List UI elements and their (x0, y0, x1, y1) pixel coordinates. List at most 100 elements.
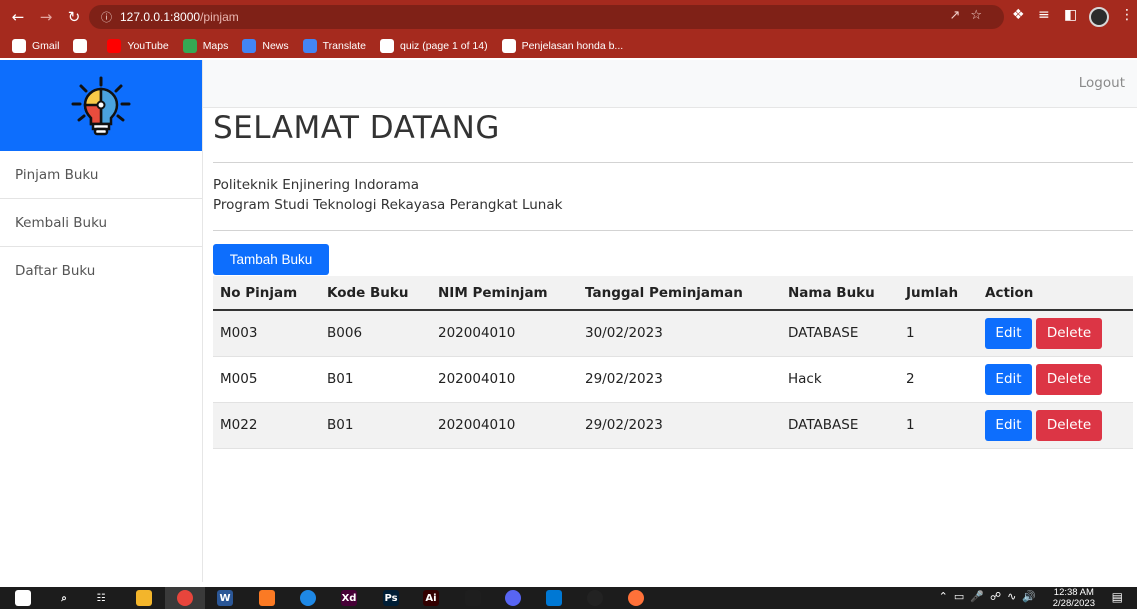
bookmark-label: quiz (page 1 of 14) (400, 40, 488, 52)
lightbulb-puzzle-icon (71, 76, 131, 135)
table-cell: 29/02/2023 (585, 417, 663, 433)
table-cell: Hack (788, 371, 822, 387)
bookmark-label: Gmail (32, 40, 60, 52)
bookmarks-bar: Gmail YouTube Maps News Translate quiz (page … (0, 34, 1137, 58)
bookmark-item[interactable]: Gmail (12, 39, 59, 53)
back-icon[interactable]: ← (8, 7, 28, 27)
table-cell: B006 (327, 325, 363, 342)
table-row: M003 B006 202004010 30/02/2023 DATABASE 1 Edit… (213, 310, 1133, 356)
xampp-icon[interactable] (259, 590, 275, 606)
column-header: Nama Buku (788, 284, 875, 301)
table-cell: 1 (906, 417, 915, 433)
table-cell: 202004010 (438, 371, 516, 387)
photoshop-icon[interactable]: Ps (383, 590, 399, 606)
page-title: SELAMAT DATANG (213, 110, 500, 146)
delete-button[interactable]: Delete (1036, 317, 1102, 349)
globe-icon (73, 39, 88, 53)
table-header-row: No Pinjam Kode Buku NIM Peminjam Tanggal… (213, 276, 1133, 310)
edit-button[interactable]: Edit (985, 409, 1032, 441)
table-cell: M022 (220, 417, 258, 433)
bookmark-item[interactable]: YouTube (107, 39, 169, 53)
app-icon[interactable] (300, 590, 316, 606)
google-icon (501, 39, 516, 53)
figma-icon[interactable] (465, 590, 481, 606)
edit-button[interactable]: Edit (985, 317, 1032, 349)
loan-table: No Pinjam Kode Buku NIM Peminjam Tanggal… (213, 276, 1133, 449)
divider (213, 230, 1133, 231)
table-cell: B01 (327, 371, 354, 387)
obs-icon[interactable] (587, 590, 603, 606)
firefox-icon[interactable] (628, 590, 644, 606)
sidebar: Pinjam Buku Kembali Buku Daftar Buku (0, 60, 203, 582)
sidebar-item-kembali-buku[interactable]: Kembali Buku (0, 199, 202, 247)
bookmark-item[interactable]: Maps (182, 39, 228, 53)
maps-icon (182, 39, 197, 53)
column-header: Action (985, 284, 1034, 301)
table-row: M022 B01 202004010 29/02/2023 DATABASE 1 Edit D… (213, 402, 1133, 448)
sidebar-item-label: Daftar Buku (15, 263, 96, 279)
chrome-icon[interactable] (177, 590, 193, 606)
brand-logo[interactable] (0, 60, 202, 151)
site-info-icon[interactable]: ⓘ (101, 9, 112, 25)
system-tray-icons[interactable]: ⌃▭🎤☍∿🔊 (939, 590, 1042, 603)
top-navbar: Logout (203, 60, 1137, 108)
notifications-icon[interactable]: ▤ (1112, 590, 1123, 604)
sidebar-item-pinjam-buku[interactable]: Pinjam Buku (0, 151, 202, 199)
delete-button[interactable]: Delete (1036, 363, 1102, 395)
illustrator-icon[interactable]: Ai (423, 590, 439, 606)
windows-start-icon[interactable]: ⊞ (15, 590, 31, 606)
share-star-icons[interactable]: ↗☆ (949, 8, 992, 23)
column-header: Tanggal Peminjaman (585, 284, 743, 301)
extensions-icon[interactable]: ❖ (1012, 7, 1025, 23)
vscode-icon[interactable] (546, 590, 562, 606)
divider (213, 162, 1133, 163)
file-explorer-icon[interactable] (136, 590, 152, 606)
bookmark-item[interactable] (73, 39, 93, 53)
study-program: Program Studi Teknologi Rekayasa Perangk… (213, 197, 563, 213)
table-cell: M003 (220, 325, 258, 342)
reading-list-icon[interactable]: ≡ (1038, 7, 1050, 23)
bookmark-label: Penjelasan honda b... (521, 40, 624, 52)
table-cell: M005 (220, 371, 258, 387)
side-panel-icon[interactable]: ◧ (1064, 7, 1077, 23)
translate-icon (302, 39, 317, 53)
action-cell: Edit Delete (978, 356, 1133, 402)
table-row: M005 B01 202004010 29/02/2023 Hack 2 Edit Delet… (213, 356, 1133, 402)
adobe-xd-icon[interactable]: Xd (341, 590, 357, 606)
clock-time: 12:38 AM (1053, 587, 1094, 598)
bookmark-label: Translate (322, 40, 367, 52)
table-cell: 2 (906, 371, 915, 387)
action-cell: Edit Delete (978, 402, 1133, 448)
delete-button[interactable]: Delete (1036, 409, 1102, 441)
task-view-icon[interactable]: ☷ (93, 590, 109, 606)
sidebar-item-daftar-buku[interactable]: Daftar Buku (0, 247, 202, 295)
sidebar-item-label: Kembali Buku (15, 214, 108, 231)
bookmark-item[interactable]: Penjelasan honda b... (501, 39, 624, 53)
menu-icon[interactable]: ⋮ (1120, 7, 1134, 23)
sidebar-item-label: Pinjam Buku (15, 166, 99, 183)
column-header: No Pinjam (220, 284, 298, 301)
action-cell: Edit Delete (978, 310, 1133, 356)
profile-avatar[interactable] (1089, 7, 1109, 27)
url-path: /pinjam (200, 10, 239, 24)
word-icon[interactable]: W (217, 590, 233, 606)
bookmark-item[interactable]: quiz (page 1 of 14) (380, 39, 488, 53)
taskbar-clock[interactable]: 12:38 AM 2/28/2023 (1053, 587, 1095, 609)
url-host: 127.0.0.1:8000 (120, 10, 201, 24)
edit-button[interactable]: Edit (985, 363, 1032, 395)
address-bar[interactable]: ⓘ 127.0.0.1:8000/pinjam ↗☆ (89, 5, 1004, 29)
reload-icon[interactable]: ↻ (64, 7, 84, 27)
search-icon[interactable]: ⌕ (56, 590, 72, 606)
logout-link[interactable]: Logout (1079, 75, 1125, 91)
table-cell: DATABASE (788, 325, 859, 342)
quiz-icon (380, 39, 395, 53)
forward-icon[interactable]: → (36, 7, 56, 27)
table-cell: 1 (906, 325, 915, 342)
table-cell: DATABASE (788, 417, 859, 433)
bookmark-label: News (262, 40, 289, 52)
bookmark-item[interactable]: News (242, 39, 289, 53)
news-icon (242, 39, 257, 53)
tambah-buku-button[interactable]: Tambah Buku (213, 244, 329, 275)
discord-icon[interactable] (505, 590, 521, 606)
bookmark-item[interactable]: Translate (302, 39, 367, 53)
